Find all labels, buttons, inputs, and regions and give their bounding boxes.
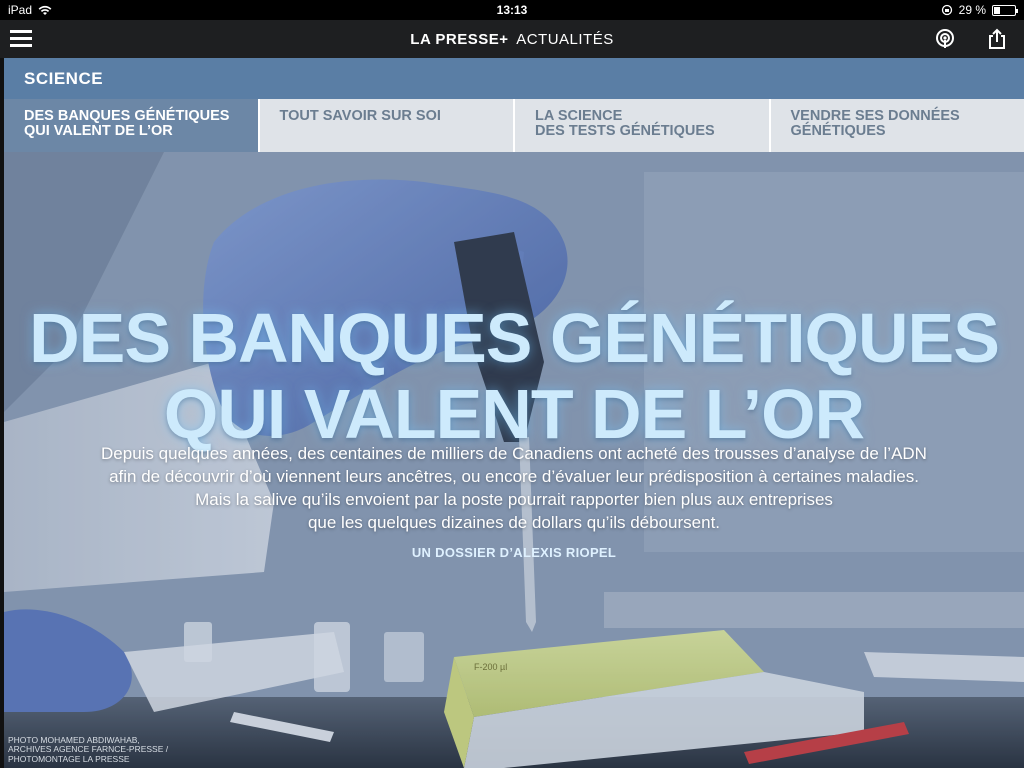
- credit-line: PHOTOMONTAGE LA PRESSE: [8, 753, 130, 764]
- tip-box-label: F-200 µl: [474, 662, 507, 672]
- tab-vendre-donnees-genetiques[interactable]: VENDRE SES DONNÉES GÉNÉTIQUES: [770, 99, 1024, 152]
- battery-percent: 29 %: [958, 3, 986, 17]
- tab-banques-genetiques[interactable]: DES BANQUES GÉNÉTIQUES QUI VALENT DE L’O…: [4, 99, 258, 152]
- tab-label-line1: VENDRE SES DONNÉES: [790, 108, 960, 124]
- headline: DES BANQUES GÉNÉTIQUES QUI VALENT DE L’O…: [4, 300, 1024, 452]
- dek-line: afin de découvrir d’où viennent leurs an…: [109, 467, 919, 486]
- tab-label-line1: LA SCIENCE: [535, 108, 623, 124]
- share-icon[interactable]: [986, 28, 1008, 50]
- section-title[interactable]: SCIENCE: [24, 69, 103, 89]
- podcast-icon[interactable]: [934, 28, 956, 50]
- battery-icon: [992, 4, 1018, 16]
- section-header: SCIENCE: [4, 58, 1024, 99]
- tab-label-line1: DES BANQUES GÉNÉTIQUES: [24, 108, 230, 124]
- screen-rotation-lock-icon: [941, 4, 952, 16]
- tab-tout-savoir-sur-soi[interactable]: TOUT SAVOIR SUR SOI: [259, 99, 513, 152]
- hero: F-200 µl DES BANQUES GÉNÉTIQUES QUI VALE…: [4, 152, 1024, 768]
- app-actions: [934, 28, 1008, 50]
- dek-line: Mais la salive qu’ils envoient par la po…: [195, 490, 833, 509]
- photo-credit: PHOTO MOHAMED ABDIWAHAB, ARCHIVES AGENCE…: [8, 735, 168, 765]
- status-bar: iPad 13:13 29 %: [0, 0, 1024, 20]
- battery-fill: [994, 6, 1000, 14]
- byline: UN DOSSIER D’ALEXIS RIOPEL: [411, 545, 617, 560]
- headline-line2: QUI VALENT DE L’OR: [163, 375, 865, 453]
- brand-section: ACTUALITÉS: [516, 31, 614, 48]
- tab-label-line2: DES TESTS GÉNÉTIQUES: [535, 123, 715, 139]
- tab-label-line2: QUI VALENT DE L’OR: [24, 123, 173, 139]
- tab-label-line2: GÉNÉTIQUES: [790, 123, 886, 139]
- status-right: 29 %: [941, 3, 1018, 17]
- app-bar: LA PRESSE+ ACTUALITÉS: [0, 20, 1024, 58]
- tab-science-tests-genetiques[interactable]: LA SCIENCE DES TESTS GÉNÉTIQUES: [515, 99, 769, 152]
- status-time: 13:13: [496, 3, 528, 17]
- article-tabs: DES BANQUES GÉNÉTIQUES QUI VALENT DE L’O…: [4, 99, 1024, 152]
- article-dek: Depuis quelques années, des centaines de…: [64, 442, 964, 534]
- headline-line1: DES BANQUES GÉNÉTIQUES: [29, 299, 1000, 377]
- dek-line: Depuis quelques années, des centaines de…: [101, 444, 927, 463]
- tab-label-line1: TOUT SAVOIR SUR SOI: [279, 108, 441, 124]
- dek-line: que les quelques dizaines de dollars qu’…: [307, 513, 721, 532]
- app-brand: LA PRESSE+ ACTUALITÉS: [0, 31, 1024, 48]
- brand-name: LA PRESSE+: [410, 31, 509, 48]
